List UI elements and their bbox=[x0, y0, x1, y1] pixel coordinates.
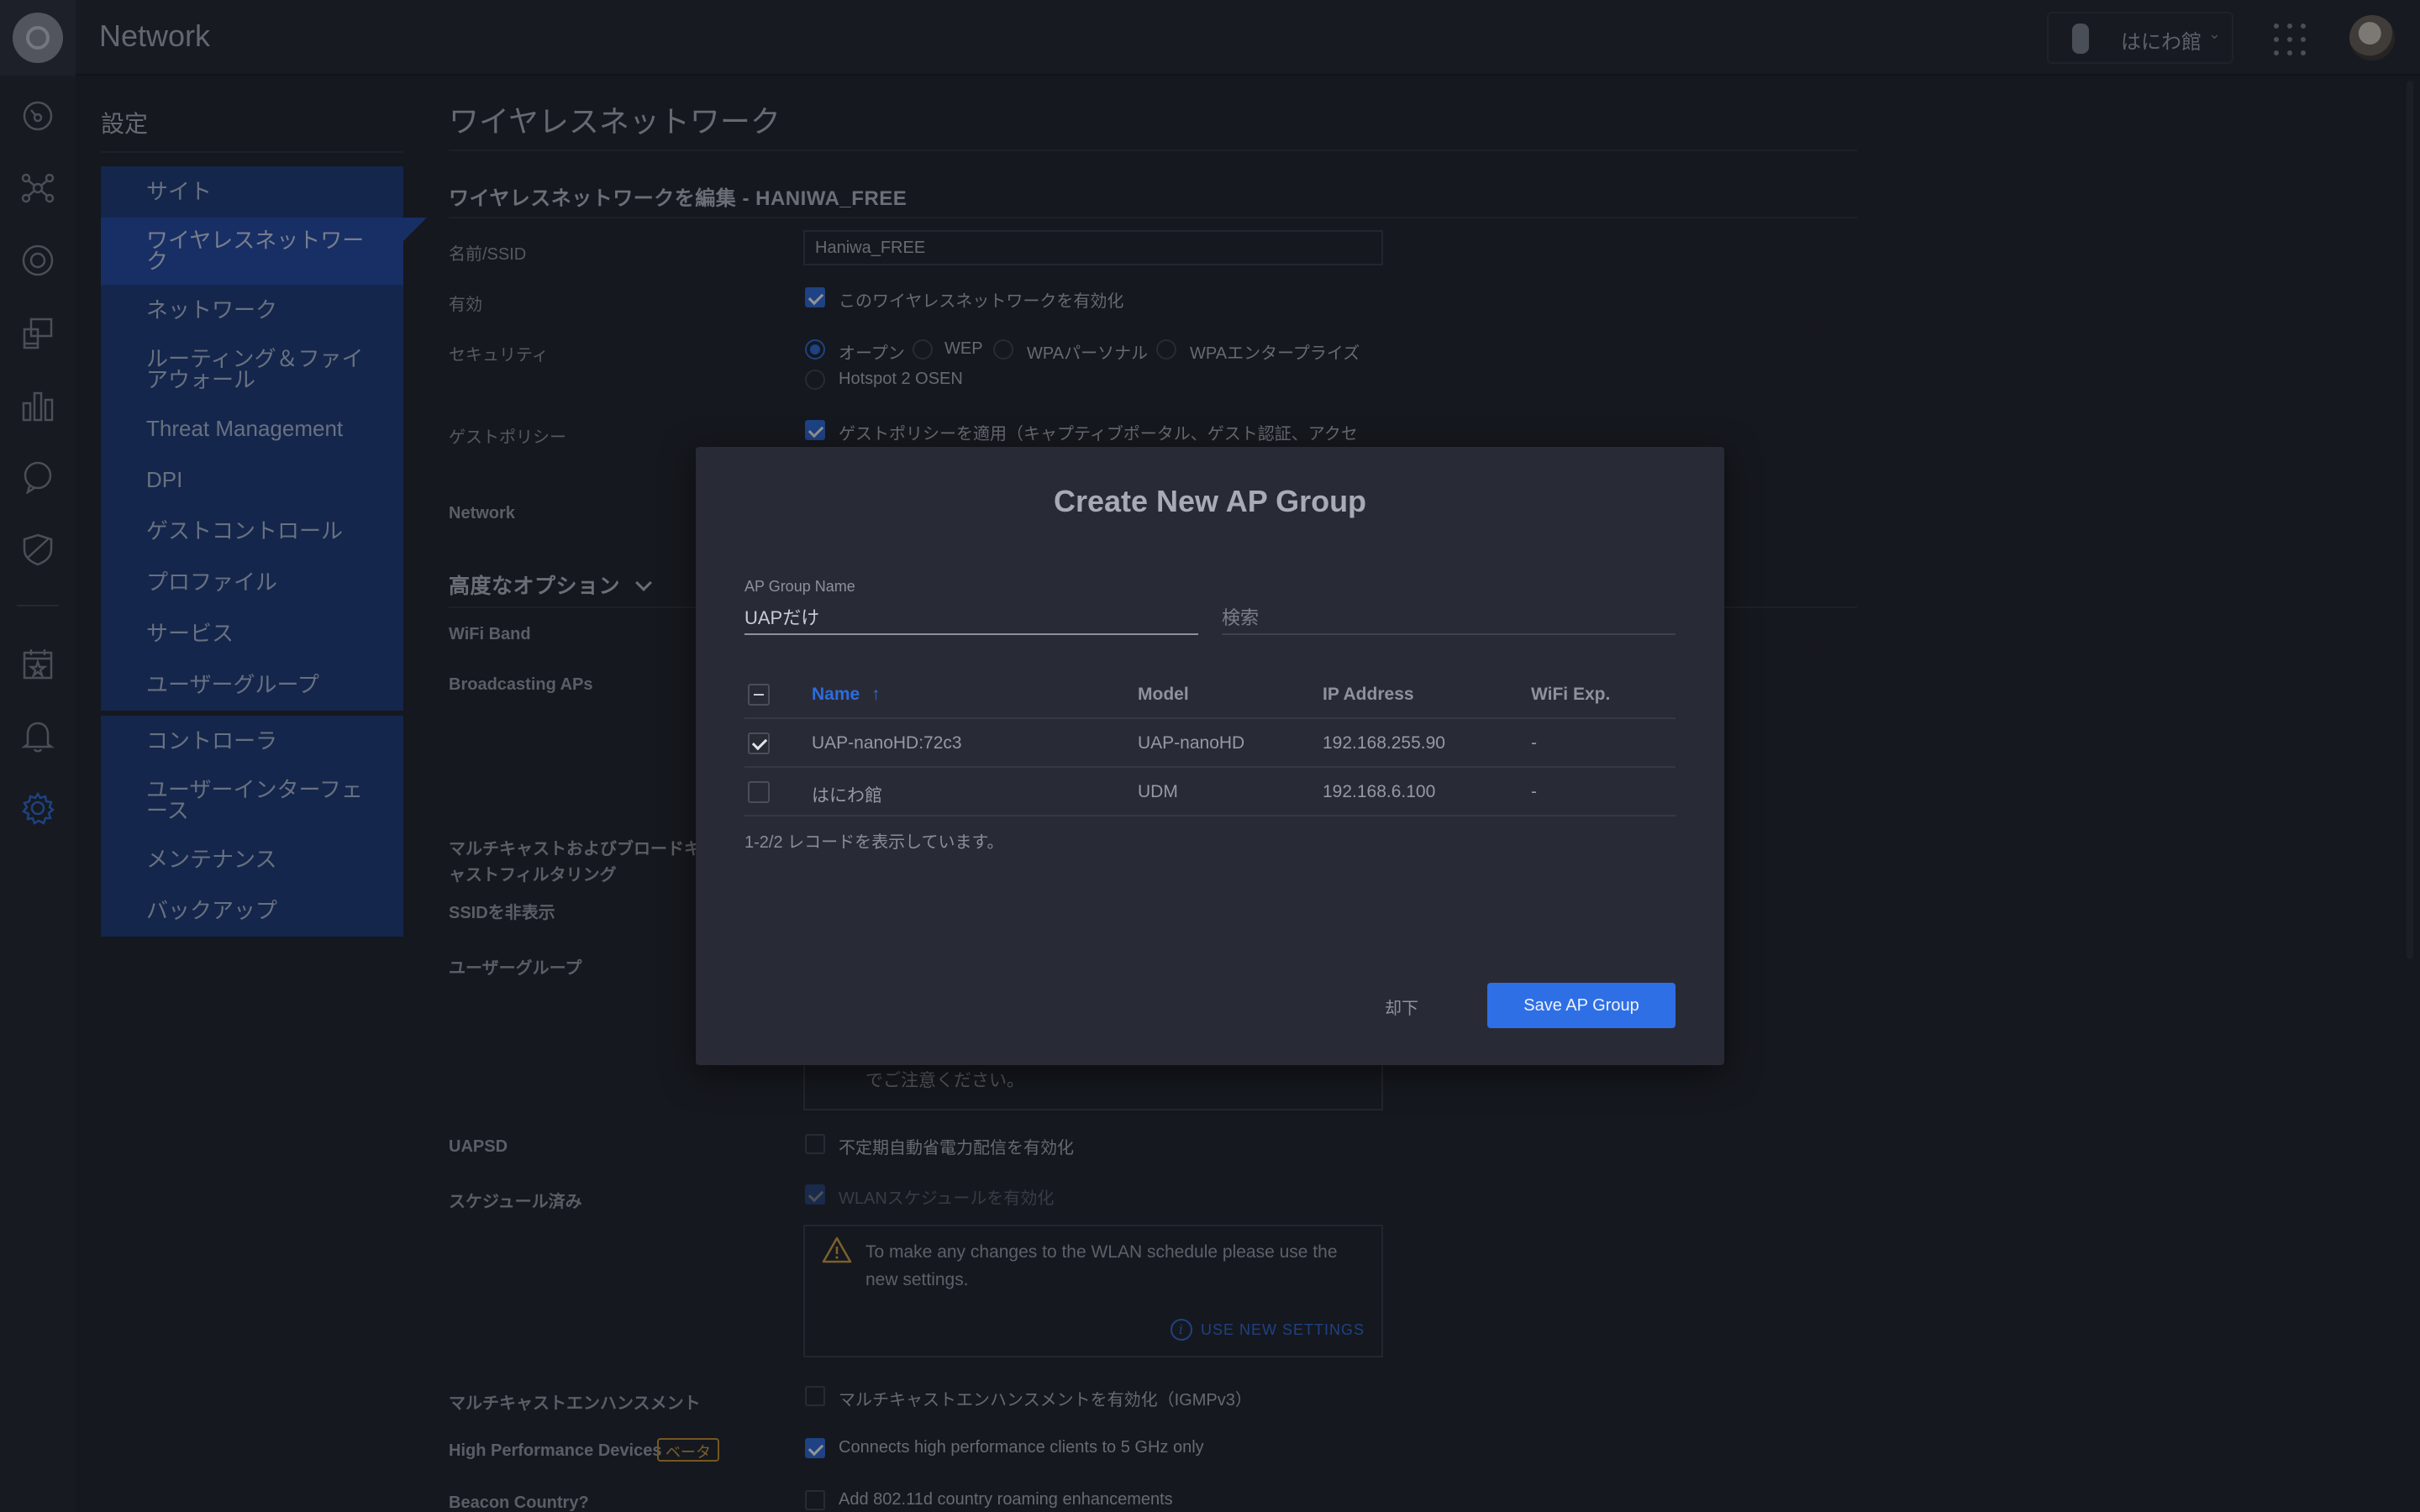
table-header: Name ↑ Model IP Address WiFi Exp. bbox=[744, 670, 1676, 719]
column-wifi-exp-header[interactable]: WiFi Exp. bbox=[1531, 685, 1610, 705]
device-ip: 192.168.255.90 bbox=[1323, 733, 1445, 753]
device-model: UDM bbox=[1138, 782, 1178, 801]
records-count: 1-2/2 レコードを表示しています。 bbox=[744, 833, 1004, 852]
create-ap-group-dialog: Create New AP Group AP Group Name UAPだけ … bbox=[696, 447, 1724, 1065]
select-all-checkbox[interactable] bbox=[748, 684, 770, 706]
search-input[interactable]: 検索 bbox=[1222, 603, 1676, 635]
dialog-title: Create New AP Group bbox=[1053, 484, 1367, 518]
column-name-label: Name bbox=[812, 685, 860, 704]
dismiss-button[interactable]: 却下 bbox=[1385, 995, 1418, 1019]
column-name-header[interactable]: Name ↑ bbox=[812, 685, 881, 705]
device-name: はにわ館 bbox=[812, 786, 882, 806]
row-checkbox[interactable] bbox=[748, 781, 770, 803]
device-wifi-exp: - bbox=[1531, 733, 1537, 753]
table-row[interactable]: UAP-nanoHD:72c3 UAP-nanoHD 192.168.255.9… bbox=[744, 719, 1676, 768]
row-checkbox[interactable] bbox=[748, 732, 770, 754]
device-ip: 192.168.6.100 bbox=[1323, 782, 1436, 801]
table-row[interactable]: はにわ館 UDM 192.168.6.100 - bbox=[744, 768, 1676, 816]
ap-group-name-input[interactable]: UAPだけ bbox=[744, 603, 1198, 635]
device-table: Name ↑ Model IP Address WiFi Exp. UAP-na… bbox=[744, 670, 1676, 816]
device-model: UAP-nanoHD bbox=[1138, 733, 1245, 753]
column-model-header[interactable]: Model bbox=[1138, 685, 1189, 705]
ap-group-name-label: AP Group Name bbox=[744, 578, 855, 595]
column-ip-header[interactable]: IP Address bbox=[1323, 685, 1414, 705]
device-name: UAP-nanoHD:72c3 bbox=[812, 733, 962, 753]
save-ap-group-button[interactable]: Save AP Group bbox=[1487, 983, 1676, 1028]
device-wifi-exp: - bbox=[1531, 782, 1537, 801]
sort-up-icon: ↑ bbox=[871, 685, 881, 704]
